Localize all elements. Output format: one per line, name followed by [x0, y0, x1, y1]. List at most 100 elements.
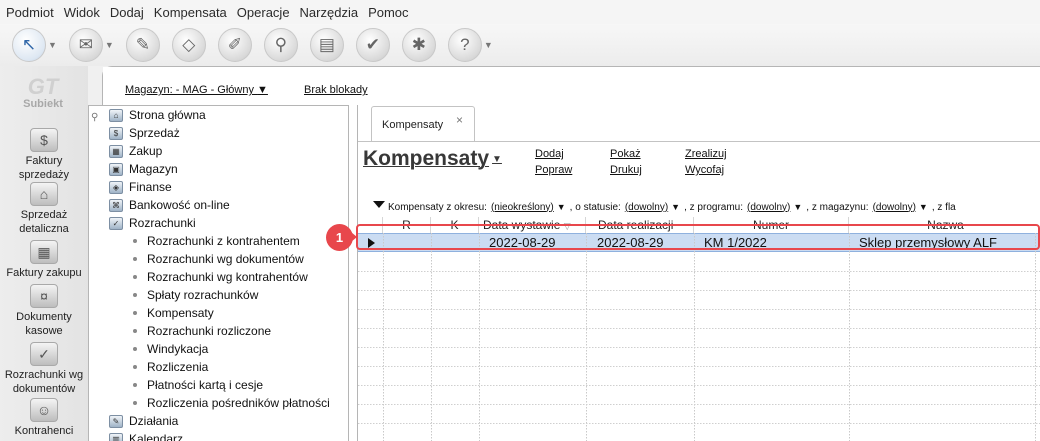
pencil-icon: ✎	[135, 35, 150, 54]
zrealizuj-link[interactable]: Zrealizuj	[685, 148, 727, 160]
tools-button[interactable]: ✱	[401, 28, 436, 62]
filter-toggle-icon[interactable]	[373, 201, 385, 208]
tree-item-label: Finanse	[129, 180, 172, 194]
tree-subitem[interactable]: Rozrachunki rozliczone	[133, 322, 271, 340]
grid-line	[358, 290, 1040, 291]
tree-subitem-label: Kompensaty	[147, 306, 214, 320]
tree-item-label: Zakup	[129, 144, 163, 158]
dodaj-link[interactable]: Dodaj	[535, 148, 564, 160]
drukuj-link[interactable]: Drukuj	[610, 164, 642, 176]
tree-item-sprzedaz[interactable]: $ Sprzedaż	[109, 124, 180, 142]
menu-operacje[interactable]: Operacje	[237, 5, 290, 20]
tree-subitem[interactable]: Płatności kartą i cesje	[133, 376, 263, 394]
eraser-button[interactable]: ◇	[171, 28, 206, 62]
grid-line	[358, 347, 1040, 348]
tree-item-kalendarz[interactable]: ▥ Kalendarz	[109, 430, 183, 441]
filter-magazyn-value[interactable]: (dowolny)	[873, 202, 916, 213]
rail-label: Faktury sprzedaży	[18, 155, 70, 181]
tree-subitem-label: Spłaty rozrachunków	[147, 288, 259, 302]
tree-item-label: Działania	[129, 414, 179, 428]
filter-program-value[interactable]: (dowolny)	[747, 202, 790, 213]
tree-item-finanse[interactable]: ◈ Finanse	[109, 178, 172, 196]
select-dropdown-icon[interactable]: ▼	[48, 40, 57, 50]
tree-subitem-kompensaty[interactable]: Kompensaty	[133, 304, 214, 322]
approve-button[interactable]: ✔	[355, 28, 390, 62]
blokada-link[interactable]: Brak blokady	[304, 84, 368, 96]
eraser-icon: ◇	[182, 35, 196, 54]
tree-subitem-label: Rozliczenia pośredników płatności	[147, 396, 330, 410]
menu-dodaj[interactable]: Dodaj	[110, 5, 144, 20]
rail-item-dokumenty-kasowe[interactable]: ¤ Dokumenty kasowe	[0, 284, 88, 338]
rail-item-kontrahenci[interactable]: ☺ Kontrahenci	[0, 398, 88, 438]
popraw-link[interactable]: Popraw	[535, 164, 572, 176]
chevron-down-icon[interactable]: ▼	[557, 202, 566, 212]
pokaz-link[interactable]: Pokaż	[610, 148, 641, 160]
tab-kompensaty[interactable]: Kompensaty ×	[371, 106, 475, 142]
chevron-down-icon: ▼	[257, 84, 268, 96]
tree-subitem[interactable]: Rozliczenia	[133, 358, 208, 376]
chevron-down-icon[interactable]: ▼	[919, 202, 928, 212]
tree-item-strona-glowna[interactable]: ⌂ Strona główna	[109, 106, 206, 124]
tree-subitem[interactable]: Spłaty rozrachunków	[133, 286, 258, 304]
tree-item-bankowosc[interactable]: ⌘ Bankowość on-line	[109, 196, 230, 214]
filter-flaga-label: , z fla	[931, 201, 956, 213]
person-icon: ☺	[30, 398, 58, 422]
bullet-icon	[133, 239, 137, 243]
tree-item-dzialania[interactable]: ✎ Działania	[109, 412, 178, 430]
bank-icon: ⌘	[109, 198, 123, 212]
rail-item-faktury-sprzedazy[interactable]: $ Faktury sprzedaży	[0, 128, 88, 182]
rail-label: Sprzedaż detaliczna	[19, 209, 69, 235]
tree-subitem-label: Rozrachunki rozliczone	[147, 324, 272, 338]
actions-icon: ✎	[109, 414, 123, 428]
mail-dropdown-icon[interactable]: ▼	[105, 40, 114, 50]
tree-item-zakup[interactable]: ▦ Zakup	[109, 142, 162, 160]
tree-subitem[interactable]: Rozrachunki wg kontrahentów	[133, 268, 308, 286]
top-bar: Magazyn: - MAG - Główny ▼ Brak blokady	[103, 67, 1040, 103]
tree-subitem-label: Płatności kartą i cesje	[147, 378, 264, 392]
filter-okres-label: Kompensaty z okresu:	[388, 201, 487, 213]
warehouse-icon: ▣	[109, 162, 123, 176]
tree-subitem[interactable]: Rozrachunki z kontrahentem	[133, 232, 300, 250]
print-button[interactable]: ▤	[309, 28, 344, 62]
filter-okres-value[interactable]: (nieokreślony)	[491, 202, 554, 213]
tree-subitem[interactable]: Windykacja	[133, 340, 208, 358]
help-button[interactable]: ?	[447, 28, 482, 62]
tree-item-magazyn[interactable]: ▣ Magazyn	[109, 160, 178, 178]
tree-item-label: Strona główna	[129, 108, 206, 122]
menu-podmiot[interactable]: Podmiot	[6, 5, 54, 20]
tree-subitem[interactable]: Rozliczenia pośredników płatności	[133, 394, 330, 412]
chevron-down-icon[interactable]: ▼	[671, 202, 680, 212]
logo-subiekt: Subiekt	[23, 98, 63, 110]
tree-subitem[interactable]: Rozrachunki wg dokumentów	[133, 250, 304, 268]
menu-kompensata[interactable]: Kompensata	[154, 5, 227, 20]
tree-subitem-label: Rozrachunki wg kontrahentów	[147, 270, 308, 284]
page-title[interactable]: Kompensaty ▼	[363, 147, 502, 171]
menu-widok[interactable]: Widok	[64, 5, 100, 20]
help-dropdown-icon[interactable]: ▼	[484, 40, 493, 50]
mail-button[interactable]: ✉	[68, 28, 103, 62]
rail-item-rozrachunki-wg-dokumentow[interactable]: ✓ Rozrachunki wg dokumentów	[0, 342, 88, 396]
wycofaj-link[interactable]: Wycofaj	[685, 164, 724, 176]
chevron-down-icon[interactable]: ▼	[793, 202, 802, 212]
pencil-button[interactable]: ✎	[125, 28, 160, 62]
edit-doc-button[interactable]: ✐	[217, 28, 252, 62]
documents-grid: R K Data wystawie ▽ Data realizacji Nume…	[358, 217, 1040, 441]
magazyn-selector[interactable]: Magazyn: - MAG - Główny ▼	[125, 84, 268, 96]
close-icon[interactable]: ×	[456, 113, 463, 127]
cash-icon: ¤	[30, 284, 58, 308]
search-doc-button[interactable]: ⚲	[263, 28, 298, 62]
menu-narzedzia[interactable]: Narzędzia	[300, 5, 359, 20]
select-button[interactable]: ↖	[12, 28, 46, 62]
grid-line	[358, 366, 1040, 367]
pin-icon[interactable]: ⚲	[91, 112, 98, 123]
callout-number: 1	[326, 224, 353, 251]
print-icon: ▤	[318, 35, 335, 54]
logo-gt: GT	[27, 74, 59, 99]
rail-item-faktury-zakupu[interactable]: ▦ Faktury zakupu	[0, 240, 88, 280]
filter-status-value[interactable]: (dowolny)	[625, 202, 668, 213]
tree-item-rozrachunki[interactable]: ✓ Rozrachunki	[109, 214, 196, 232]
mail-icon: ✉	[78, 35, 94, 54]
module-tree: ⚲ ⌂ Strona główna $ Sprzedaż ▦ Zakup ▣ Magaz…	[88, 105, 349, 441]
menu-pomoc[interactable]: Pomoc	[368, 5, 408, 20]
rail-item-sprzedaz-detaliczna[interactable]: ⌂ Sprzedaż detaliczna	[0, 182, 88, 236]
